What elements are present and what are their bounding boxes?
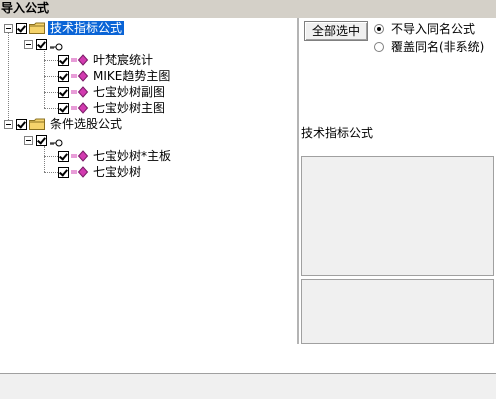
tree-node-formula[interactable]: 叶梵宸统计 bbox=[58, 52, 155, 68]
status-bar bbox=[0, 373, 496, 399]
node-checkbox[interactable] bbox=[58, 102, 69, 114]
window-title: 导入公式 bbox=[1, 1, 50, 15]
formula-icon bbox=[71, 54, 89, 66]
tree-connector bbox=[8, 32, 9, 126]
tree-node-formula[interactable]: MIKE趋势主图 bbox=[58, 68, 172, 84]
radio-overwrite[interactable]: 覆盖同名(非系统) bbox=[374, 40, 486, 54]
formula-icon bbox=[71, 102, 89, 114]
import-formula-window: 导入公式 技术指标公式 叶梵宸统计 MIKE趋势主图 七宝妙树副图 七宝妙树主图… bbox=[0, 0, 496, 399]
node-checkbox[interactable] bbox=[36, 134, 47, 146]
collapse-toggle[interactable] bbox=[24, 135, 33, 145]
title-bar: 导入公式 bbox=[0, 0, 496, 18]
node-label[interactable]: 七宝妙树副图 bbox=[91, 85, 167, 99]
node-label[interactable]: 七宝妙树 bbox=[91, 165, 143, 179]
tree-connector bbox=[44, 146, 45, 172]
radio-label[interactable]: 覆盖同名(非系统) bbox=[389, 40, 486, 54]
tree-node-formula[interactable]: 七宝妙树 bbox=[58, 164, 143, 180]
tree-node-key-group[interactable] bbox=[24, 36, 69, 52]
node-checkbox[interactable] bbox=[58, 86, 69, 98]
tree-node-key-group[interactable] bbox=[24, 132, 69, 148]
collapse-toggle[interactable] bbox=[4, 119, 13, 129]
description-box[interactable] bbox=[301, 156, 494, 276]
node-label[interactable]: 技术指标公式 bbox=[48, 21, 125, 35]
formula-icon bbox=[71, 166, 89, 178]
formula-tree[interactable]: 技术指标公式 叶梵宸统计 MIKE趋势主图 七宝妙树副图 七宝妙树主图 条件选股… bbox=[0, 18, 299, 344]
tree-connector bbox=[44, 48, 45, 108]
parameter-box[interactable] bbox=[301, 279, 494, 344]
key-icon bbox=[49, 40, 63, 51]
node-checkbox[interactable] bbox=[58, 70, 69, 82]
select-all-button[interactable]: 全部选中 bbox=[304, 21, 368, 41]
tree-connector bbox=[44, 76, 58, 77]
category-label: 技术指标公式 bbox=[301, 126, 374, 140]
node-label[interactable]: 七宝妙树主图 bbox=[91, 101, 167, 115]
tree-connector bbox=[44, 172, 58, 173]
node-checkbox[interactable] bbox=[58, 166, 69, 178]
node-checkbox[interactable] bbox=[58, 54, 69, 66]
folder-icon bbox=[29, 118, 45, 130]
tree-connector bbox=[44, 92, 58, 93]
node-label[interactable]: 叶梵宸统计 bbox=[91, 53, 155, 67]
node-checkbox[interactable] bbox=[36, 38, 47, 50]
node-checkbox[interactable] bbox=[16, 118, 27, 130]
folder-icon bbox=[29, 22, 45, 34]
tree-node-technical-indicators[interactable]: 技术指标公式 bbox=[4, 20, 125, 36]
formula-icon bbox=[71, 86, 89, 98]
tree-connector bbox=[44, 156, 58, 157]
tree-connector bbox=[44, 108, 58, 109]
radio-button[interactable] bbox=[374, 42, 384, 52]
tree-node-formula[interactable]: 七宝妙树主图 bbox=[58, 100, 167, 116]
formula-icon bbox=[71, 70, 89, 82]
tree-node-formula[interactable]: 七宝妙树副图 bbox=[58, 84, 167, 100]
radio-label[interactable]: 不导入同名公式 bbox=[389, 22, 477, 36]
collapse-toggle[interactable] bbox=[24, 39, 33, 49]
radio-button[interactable] bbox=[374, 24, 384, 34]
formula-icon bbox=[71, 150, 89, 162]
node-checkbox[interactable] bbox=[58, 150, 69, 162]
key-icon bbox=[49, 136, 63, 147]
tree-connector bbox=[44, 60, 58, 61]
node-label[interactable]: 七宝妙树*主板 bbox=[91, 149, 173, 163]
node-label[interactable]: 条件选股公式 bbox=[48, 117, 124, 131]
radio-no-import[interactable]: 不导入同名公式 bbox=[374, 22, 477, 36]
node-label[interactable]: MIKE趋势主图 bbox=[91, 69, 172, 83]
tree-node-formula[interactable]: 七宝妙树*主板 bbox=[58, 148, 173, 164]
tree-node-stock-screening[interactable]: 条件选股公式 bbox=[4, 116, 124, 132]
collapse-toggle[interactable] bbox=[4, 23, 13, 33]
node-checkbox[interactable] bbox=[16, 22, 27, 34]
